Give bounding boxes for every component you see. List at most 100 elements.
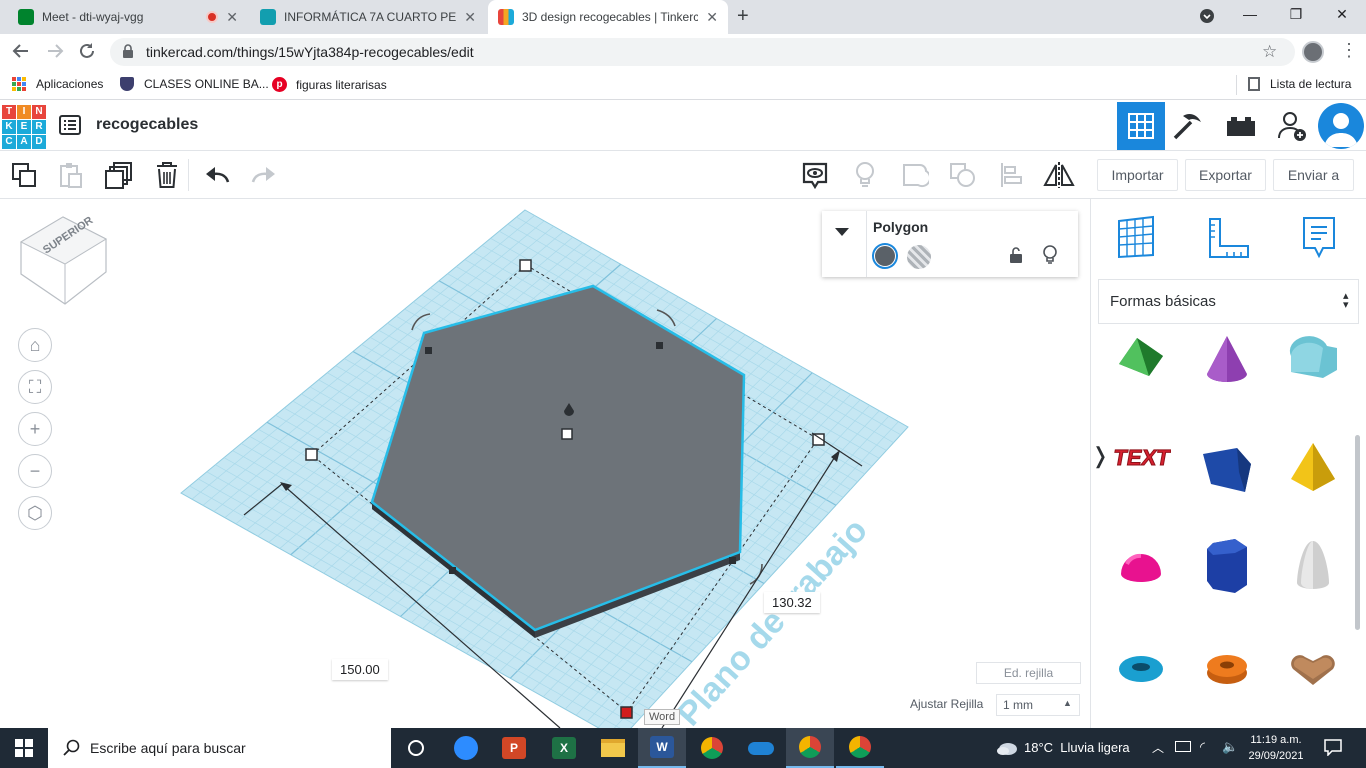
shape-torus[interactable] [1113,649,1169,692]
zoom-app-icon[interactable] [442,728,490,768]
notifications-icon[interactable] [1324,738,1342,759]
bookmark-apps[interactable]: Aplicaciones [12,77,103,91]
shape-cone[interactable] [1199,334,1255,389]
hide-lightbulb-icon[interactable] [1043,245,1057,268]
chrome-profile-icon[interactable] [786,728,834,768]
new-tab-button[interactable]: + [737,5,749,28]
shape-wedge[interactable] [1199,444,1255,499]
shape-pyramid[interactable] [1285,439,1341,498]
chrome-icon[interactable] [688,728,736,768]
chrome-profile-2-icon[interactable] [836,728,884,768]
fit-view-icon[interactable]: ⛶ [18,370,52,404]
workplane-tool-icon[interactable] [1115,215,1157,262]
zoom-in-icon[interactable]: + [18,412,52,446]
unlock-icon[interactable] [1009,247,1023,266]
url-field[interactable]: tinkercad.com/things/15wYjta384p-recogec… [110,38,1295,66]
back-icon[interactable] [12,42,30,63]
codeblocks-icon[interactable] [1172,111,1204,144]
scrollbar[interactable] [1355,435,1360,630]
paste-icon[interactable] [55,159,87,191]
design-title[interactable]: recogecables [96,116,198,134]
workplane-viewport[interactable]: Plano de trabajo SUPERIOR ⌂ ⛶ + − ⬡ Poly… [0,199,1090,728]
minimize-icon[interactable]: ― [1230,6,1270,22]
depth-dimension-label[interactable]: 130.32 [764,592,820,613]
group-icon[interactable] [899,159,931,191]
start-button[interactable] [0,728,48,768]
bricks-icon[interactable] [1226,115,1256,140]
ruler-icon[interactable] [1207,217,1251,262]
ungroup-icon[interactable] [947,159,979,191]
user-avatar[interactable] [1318,103,1364,149]
volume-icon[interactable]: 🔈 [1222,739,1238,755]
weather-icon[interactable] [996,740,1018,759]
delete-icon[interactable] [151,159,183,191]
shape-text[interactable]: TEXT [1111,439,1173,484]
view-cube[interactable]: SUPERIOR [18,214,110,313]
close-tab-icon[interactable]: ✕ [464,9,476,26]
collapse-panel-icon[interactable]: ❭ [1091,443,1109,469]
3d-view-button[interactable] [1117,102,1165,150]
width-dimension-label[interactable]: 150.00 [332,659,388,680]
tray-chevron-icon[interactable]: ︿ [1152,739,1164,756]
mirror-icon[interactable] [1043,159,1075,191]
close-tab-icon[interactable]: ✕ [706,9,718,26]
design-list-icon[interactable] [59,115,81,138]
edit-grid-button[interactable]: Ed. rejilla [976,662,1081,684]
task-view-icon[interactable] [392,728,440,768]
shape-polygon[interactable] [1199,537,1255,600]
close-tab-icon[interactable]: ✕ [226,9,238,26]
shape-paraboloid[interactable] [1285,537,1341,600]
reading-list-button[interactable]: Lista de lectura [1248,77,1351,91]
shape-heart[interactable] [1285,649,1341,692]
notes-visibility-icon[interactable] [799,159,831,191]
send-to-button[interactable]: Enviar a [1273,159,1354,191]
reload-icon[interactable] [78,42,96,63]
import-button[interactable]: Importar [1097,159,1178,191]
copy-icon[interactable] [8,159,40,191]
bookmark-clases[interactable]: CLASES ONLINE BA... [120,77,269,91]
duplicate-icon[interactable] [103,159,135,191]
shape-roof[interactable] [1113,334,1169,387]
home-view-icon[interactable]: ⌂ [18,328,52,362]
solid-color-button[interactable] [872,243,898,269]
close-window-icon[interactable]: ✕ [1322,6,1362,23]
tab-tinkercad[interactable]: 3D design recogecables | Tinkerc ✕ [488,0,728,34]
shape-round-roof[interactable] [1285,334,1343,387]
excel-icon[interactable]: X [540,728,588,768]
workplane-canvas[interactable]: Plano de trabajo [0,199,1090,728]
battery-icon[interactable] [1175,741,1191,752]
wifi-icon[interactable]: ◜ [1200,739,1205,755]
weather-text[interactable]: 18°C Lluvia ligera [1024,740,1130,755]
shape-category-select[interactable]: Formas básicas ▴ ▾ [1098,279,1359,324]
onedrive-icon[interactable] [737,728,785,768]
shape-tube[interactable] [1199,649,1255,692]
export-button[interactable]: Exportar [1185,159,1266,191]
tab-meet[interactable]: Meet - dti-wyaj-vgg ✕ [8,0,248,34]
undo-icon[interactable] [201,159,233,191]
add-user-icon[interactable] [1276,110,1308,145]
notes-icon[interactable] [1301,215,1337,262]
tab-informatica[interactable]: INFORMÁTICA 7A CUARTO PERIO ✕ [250,0,486,34]
tab-search-icon[interactable] [1187,8,1227,27]
snap-grid-select[interactable]: 1 mm ▲ [996,694,1080,716]
clock[interactable]: 11:19 a.m. 29/09/2021 [1246,732,1306,764]
collapse-inspector-icon[interactable] [834,225,850,240]
profile-avatar[interactable] [1302,41,1324,63]
taskbar-search-box[interactable]: Escribe aquí para buscar [48,728,391,768]
tinkercad-logo[interactable]: T I N K E R C A D [2,105,46,149]
hole-button[interactable] [907,245,931,269]
file-explorer-icon[interactable] [589,728,637,768]
forward-icon[interactable] [46,42,64,63]
bookmark-figuras[interactable]: p figuras literarisas [272,77,387,92]
shape-half-sphere[interactable] [1113,544,1169,591]
redo-icon[interactable] [248,159,280,191]
menu-dots-icon[interactable]: ⋮ [1340,40,1358,61]
lightbulb-icon[interactable] [849,159,881,191]
align-icon[interactable] [995,159,1027,191]
word-icon[interactable]: W [638,728,686,768]
bookmark-star-icon[interactable]: ☆ [1262,42,1277,62]
powerpoint-icon[interactable]: P [490,728,538,768]
perspective-icon[interactable]: ⬡ [18,496,52,530]
maximize-icon[interactable]: ❐ [1276,6,1316,23]
zoom-out-icon[interactable]: − [18,454,52,488]
